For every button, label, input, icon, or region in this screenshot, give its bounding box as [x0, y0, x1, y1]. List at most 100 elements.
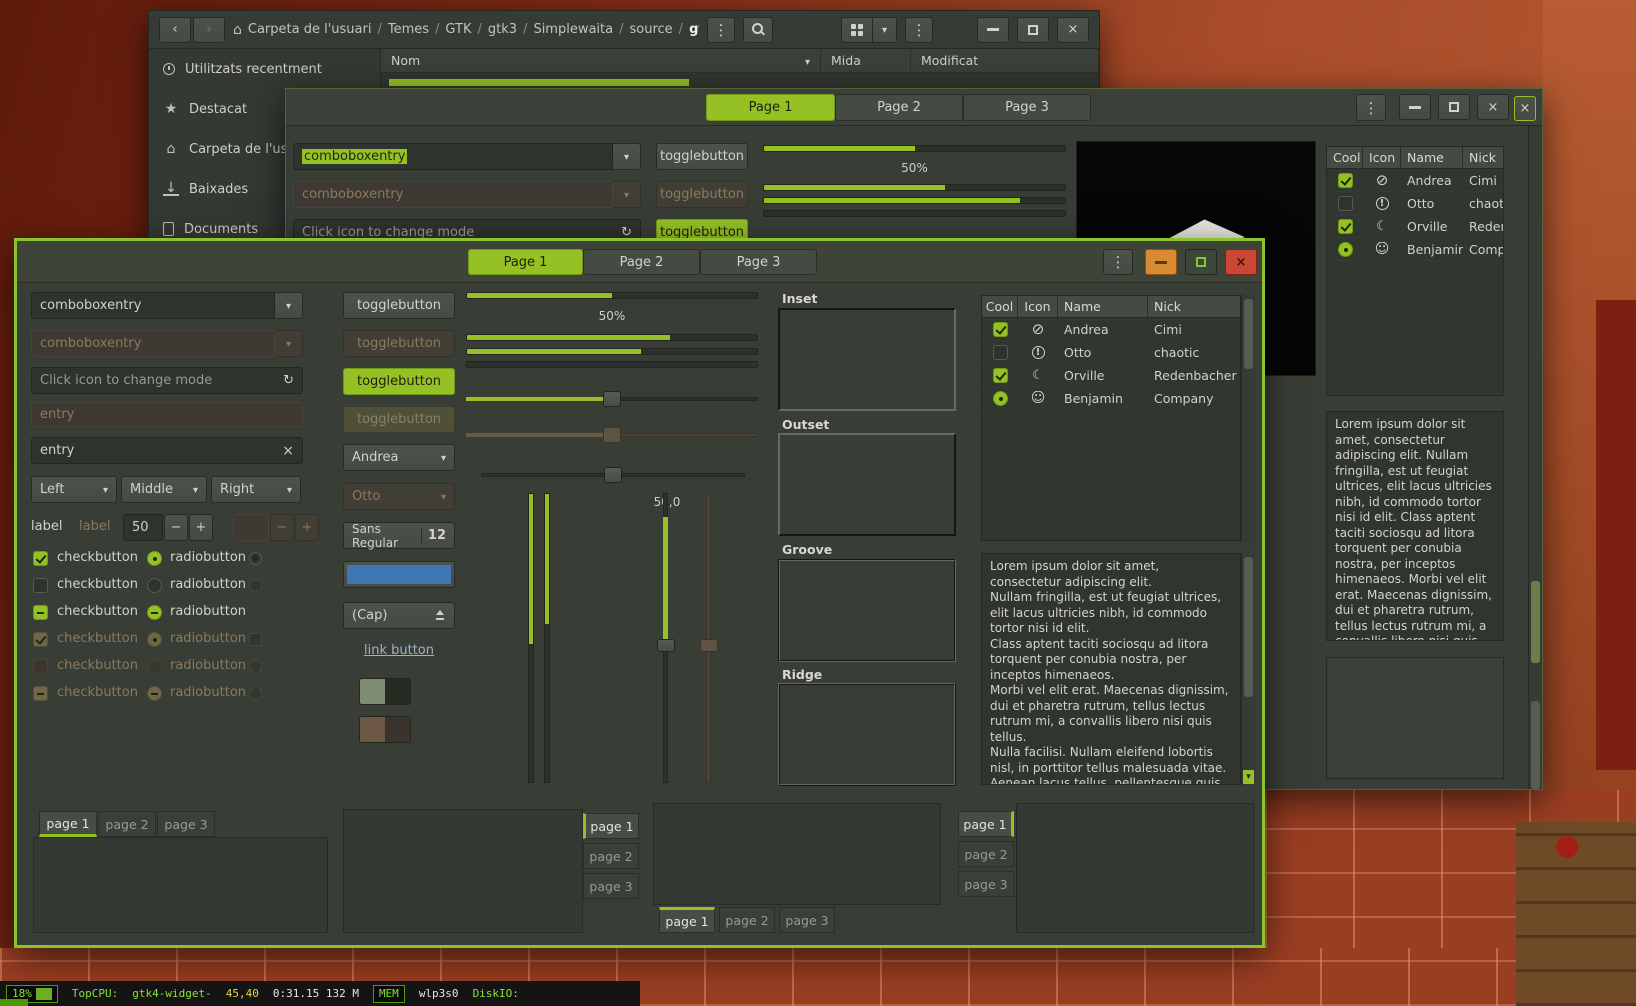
radiobutton[interactable] — [147, 551, 162, 566]
mini-radio[interactable] — [249, 579, 262, 592]
spinbutton-value[interactable]: 50 — [123, 514, 163, 541]
radiobutton[interactable] — [147, 578, 162, 593]
column-header-name[interactable]: Nom — [381, 49, 821, 72]
clear-icon[interactable] — [282, 443, 294, 459]
header-name[interactable]: Name — [1058, 296, 1148, 317]
select-left[interactable]: Left — [31, 476, 117, 503]
scrollbar-thumb[interactable] — [1531, 581, 1540, 663]
select-right[interactable]: Right — [211, 476, 301, 503]
notebook-right-tab-page1[interactable]: page 1 — [583, 813, 639, 839]
cool-checkbox[interactable] — [1338, 196, 1353, 211]
demo-front-titlebar[interactable]: Page 1 Page 2 Page 3 × — [17, 241, 1262, 283]
select-andrea[interactable]: Andrea — [343, 444, 455, 471]
comboboxentry-field[interactable]: comboboxentry — [293, 143, 613, 170]
breadcrumb[interactable]: ⌂ Carpeta de l'usuari/ Temes/ GTK/ gtk3/… — [233, 22, 699, 38]
notebook-bottom-tab-page3[interactable]: page 3 — [779, 907, 835, 933]
select-middle[interactable]: Middle — [121, 476, 207, 503]
grid-view-button[interactable] — [841, 17, 873, 43]
textview-scrollbar[interactable]: ▾ — [1241, 553, 1255, 785]
comboboxentry-dropdown[interactable] — [613, 143, 641, 170]
table-row[interactable]: Andrea Cimi — [982, 318, 1240, 341]
demo-back-titlebar[interactable]: Page 1 Page 2 Page 3 × × — [286, 89, 1542, 126]
comboboxentry[interactable]: comboboxentry — [31, 292, 303, 319]
column-header-modified[interactable]: Modificat — [911, 49, 1099, 72]
forward-button[interactable]: › — [193, 17, 225, 43]
cool-checkbox[interactable] — [993, 368, 1008, 383]
link-button[interactable]: link button — [364, 643, 434, 658]
close-button[interactable]: × — [1477, 94, 1509, 120]
view-switcher[interactable] — [841, 17, 897, 43]
breadcrumb-segment[interactable]: GTK — [445, 22, 471, 37]
table-row[interactable]: Orville Redenbacher — [1327, 215, 1503, 238]
selected-file-row[interactable] — [389, 79, 689, 86]
notebook-bottom-tab-page1[interactable]: page 1 — [659, 907, 715, 933]
header-nick[interactable]: Nick — [1463, 147, 1503, 168]
scale-knob[interactable] — [604, 467, 622, 483]
sort-chevron-icon[interactable] — [805, 53, 810, 68]
secondary-menu-button[interactable] — [905, 17, 933, 43]
menu-button[interactable] — [1103, 249, 1133, 275]
notebook-top-tab-page3[interactable]: page 3 — [157, 811, 215, 837]
vscale[interactable] — [657, 493, 675, 783]
file-manager-titlebar[interactable]: ‹ › ⌂ Carpeta de l'usuari/ Temes/ GTK/ g… — [149, 11, 1099, 49]
breadcrumb-segment[interactable]: source — [630, 22, 673, 37]
radiobutton-mixed[interactable] — [147, 605, 162, 620]
scroll-down-button[interactable]: ▾ — [1243, 770, 1254, 784]
notebook-left-tab-page3[interactable]: page 3 — [958, 871, 1014, 897]
scale-knob[interactable] — [657, 639, 675, 652]
refresh-icon[interactable] — [283, 373, 294, 388]
header-icon[interactable]: Icon — [1363, 147, 1401, 168]
minimize-button[interactable] — [977, 17, 1009, 43]
cool-checkbox[interactable] — [1338, 219, 1353, 234]
tab-page2[interactable]: Page 2 — [583, 249, 700, 275]
maximize-button[interactable] — [1438, 94, 1470, 120]
maximize-button[interactable] — [1017, 17, 1049, 43]
scrollbar-thumb[interactable] — [1244, 299, 1253, 369]
header-cool[interactable]: Cool — [982, 296, 1018, 317]
togglebutton[interactable]: togglebutton — [343, 292, 455, 319]
color-button[interactable] — [343, 561, 455, 588]
togglebutton[interactable]: togglebutton — [656, 143, 748, 170]
breadcrumb-segment[interactable]: Carpeta de l'usuari — [248, 22, 372, 37]
comboboxentry-field[interactable]: comboboxentry — [31, 292, 275, 319]
icon-entry[interactable]: Click icon to change mode — [31, 367, 303, 394]
vertical-scrollbar[interactable] — [1528, 126, 1542, 789]
table-row[interactable]: Benjamin Company — [982, 387, 1240, 410]
hscale-with-value[interactable] — [481, 467, 745, 483]
maximize-button[interactable] — [1185, 249, 1217, 275]
table-row[interactable]: Otto chaotic — [1327, 192, 1503, 215]
tab-page2[interactable]: Page 2 — [835, 94, 963, 121]
table-row[interactable]: Otto chaotic — [982, 341, 1240, 364]
tab-page3[interactable]: Page 3 — [963, 94, 1091, 121]
side-textview[interactable]: Lorem ipsum dolor sit amet, consectetur … — [1326, 411, 1504, 641]
comboboxentry[interactable]: comboboxentry — [293, 143, 641, 170]
header-cool[interactable]: Cool — [1327, 147, 1363, 168]
header-name[interactable]: Name — [1401, 147, 1463, 168]
tab-page1[interactable]: Page 1 — [706, 94, 835, 121]
checkbutton-mixed[interactable] — [33, 605, 48, 620]
spin-plus-button[interactable]: + — [189, 514, 213, 541]
scrollbar-thumb[interactable] — [1531, 701, 1540, 789]
view-options-dropdown[interactable] — [873, 17, 897, 43]
notebook-left-tab-page1[interactable]: page 1 — [958, 811, 1014, 837]
menu-button[interactable] — [1356, 94, 1386, 121]
tab-page3[interactable]: Page 3 — [700, 249, 817, 275]
scrollbar-thumb[interactable] — [1244, 557, 1253, 697]
table-scrollbar[interactable] — [1241, 295, 1255, 541]
notebook-top-tab-page1[interactable]: page 1 — [39, 811, 97, 837]
close-button-secondary[interactable]: × — [1514, 96, 1536, 121]
table-row[interactable]: Benjamin Company — [1327, 238, 1503, 261]
cool-radio[interactable] — [993, 391, 1008, 406]
cool-radio[interactable] — [1338, 242, 1353, 257]
togglebutton-active[interactable]: togglebutton — [343, 368, 455, 395]
minimize-button[interactable] — [1145, 249, 1177, 275]
breadcrumb-segment[interactable]: Simplewaita — [533, 22, 613, 37]
notebook-right-tab-page2[interactable]: page 2 — [583, 843, 639, 869]
cool-checkbox[interactable] — [993, 322, 1008, 337]
font-button[interactable]: Sans Regular 12 — [343, 522, 455, 549]
column-header-size[interactable]: Mida — [821, 49, 911, 72]
tab-page1[interactable]: Page 1 — [468, 249, 583, 275]
minimize-button[interactable] — [1399, 94, 1431, 120]
notebook-bottom-tab-page2[interactable]: page 2 — [719, 907, 775, 933]
table-row[interactable]: Andrea Cimi — [1327, 169, 1503, 192]
